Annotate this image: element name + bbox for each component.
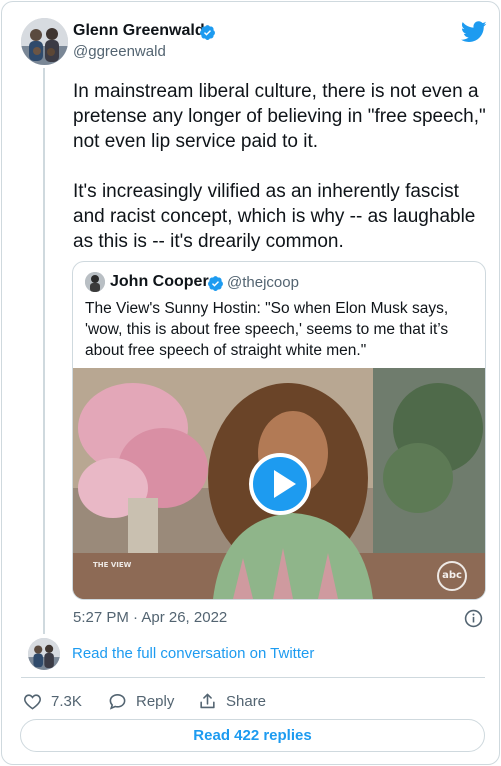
read-replies-button[interactable]: Read 422 replies [20,719,485,752]
author-name[interactable]: Glenn Greenwald [73,22,205,40]
author-avatar-small[interactable] [28,638,60,670]
show-logo: THE VIEW [93,561,132,569]
tweet-text: In mainstream liberal culture, there is … [73,79,488,254]
info-icon[interactable] [464,609,483,628]
tweet-embed-card: Glenn Greenwald @ggreenwald In mainstrea… [1,1,500,765]
reply-label: Reply [136,692,175,710]
share-button[interactable]: Share [198,690,266,712]
video-player[interactable]: THE VIEW abc [73,368,485,599]
share-icon [200,693,215,708]
tweet-paragraph: It's increasingly vilified as an inheren… [73,181,476,252]
author-avatar[interactable] [21,18,68,65]
quoted-tweet-text: The View's Sunny Hostin: "So when Elon M… [85,300,449,359]
like-count: 7.3K [51,692,82,710]
quoted-tweet[interactable]: John Cooper @thejcoop The View's Sunny H… [72,261,486,600]
twitter-bird-icon[interactable] [461,21,487,43]
quoted-author-avatar[interactable] [85,272,105,292]
heart-icon [24,693,41,710]
tweet-paragraph: In mainstream liberal culture, there is … [73,81,486,152]
read-conversation-link[interactable]: Read the full conversation on Twitter [72,645,314,662]
verified-badge-icon [200,25,215,40]
verified-badge-icon [208,276,223,291]
tweet-timestamp[interactable]: 5:27 PM · Apr 26, 2022 [73,609,227,626]
network-logo: abc [437,561,467,591]
thread-connector-line [43,68,45,634]
reply-bubble-icon [109,693,126,710]
share-label: Share [226,692,267,710]
like-button[interactable]: 7.3K [23,690,82,712]
play-icon[interactable] [249,453,311,515]
quoted-author-handle[interactable]: @thejcoop [227,274,299,291]
author-handle[interactable]: @ggreenwald [73,43,166,60]
quoted-author-name[interactable]: John Cooper [110,273,209,291]
reply-button[interactable]: Reply [108,690,174,712]
divider [21,677,485,678]
